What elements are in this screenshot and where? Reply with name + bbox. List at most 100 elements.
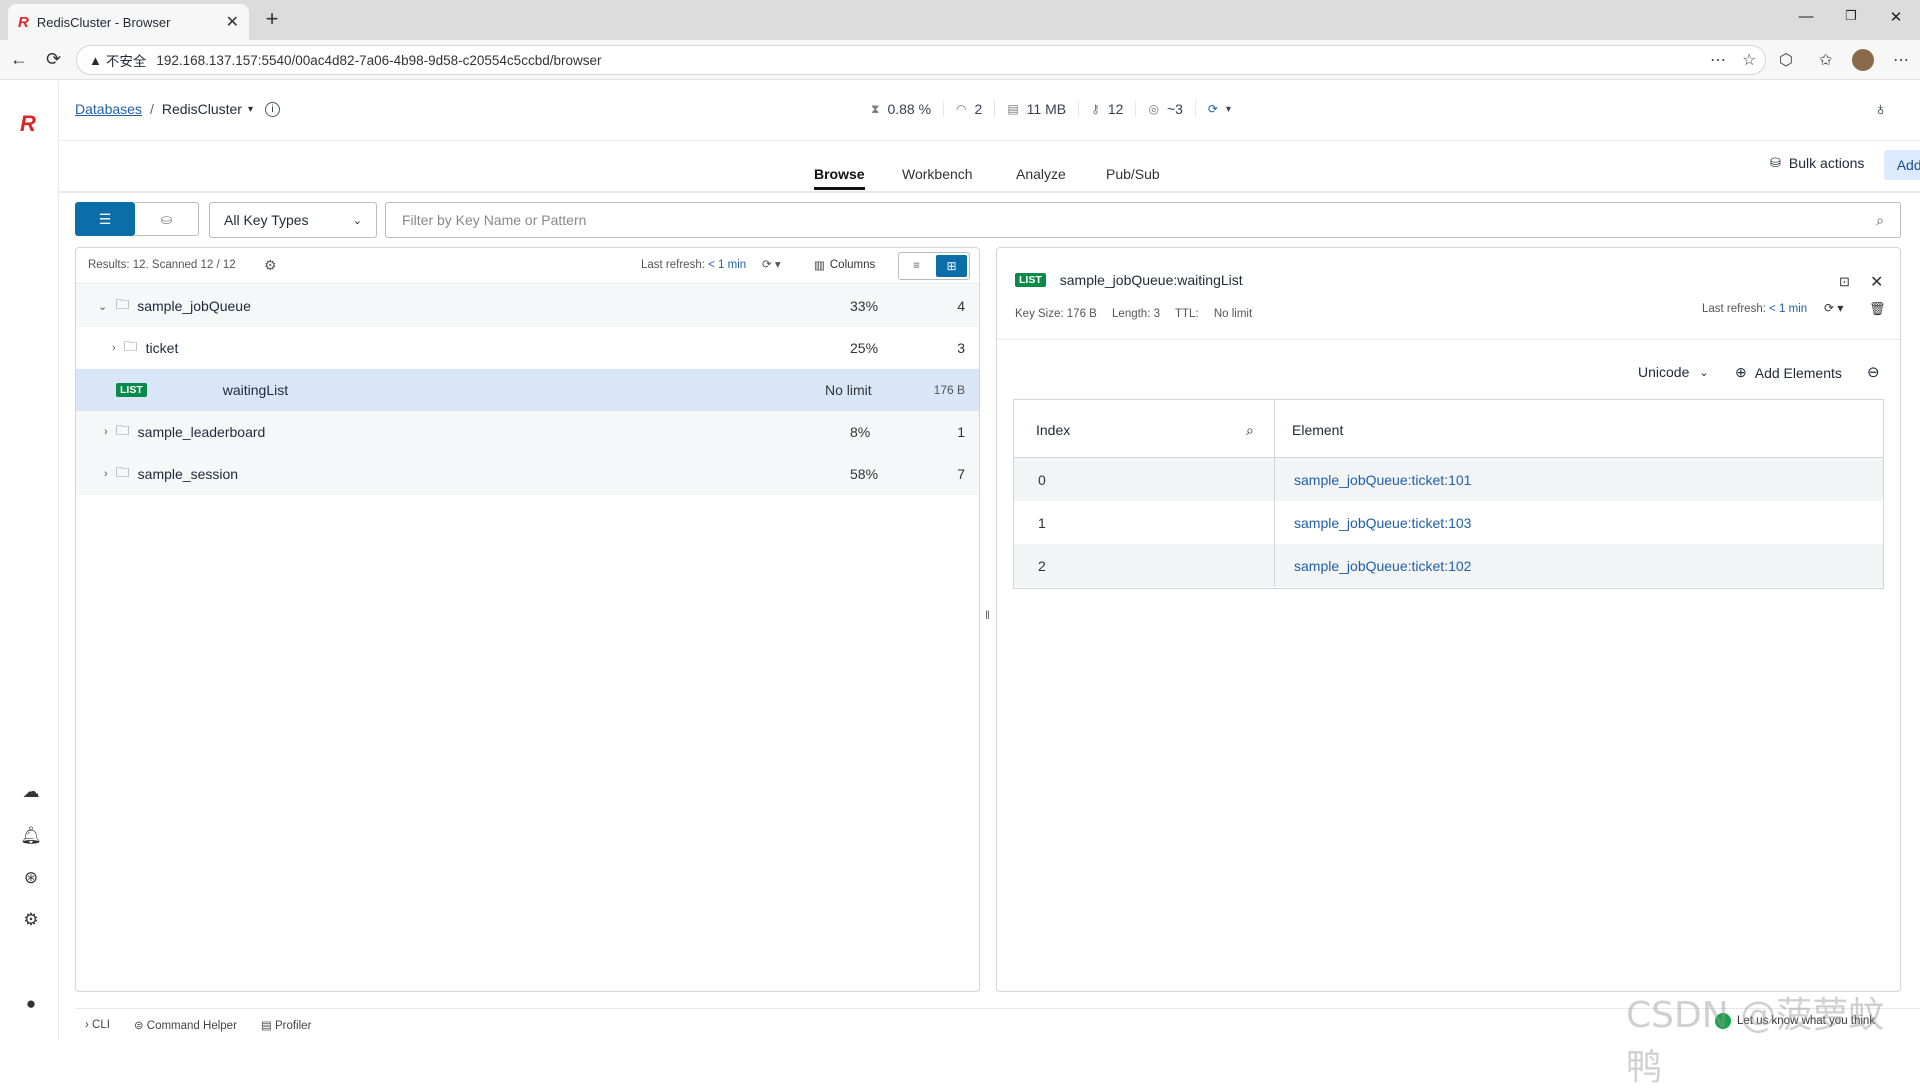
- restore-icon[interactable]: ❐: [1841, 8, 1861, 24]
- browser-tab-bar: R RedisCluster - Browser ✕ + — ❐ ✕: [0, 0, 1920, 40]
- tab-workbench[interactable]: Workbench: [902, 166, 973, 182]
- table-row[interactable]: 0 sample_jobQueue:ticket:101: [1014, 458, 1883, 501]
- last-refresh-label: Last refresh:: [641, 259, 705, 271]
- url-text: 192.168.137.157:5540/00ac4d82-7a06-4b98-…: [156, 52, 602, 68]
- table-row[interactable]: 2 sample_jobQueue:ticket:102: [1014, 544, 1883, 587]
- tree-row-folder[interactable]: ⌄ 🗀 sample_jobQueue 33% 4: [76, 285, 979, 327]
- key-name[interactable]: sample_jobQueue:waitingList: [1060, 272, 1243, 288]
- favorite-star-icon[interactable]: ☆: [1742, 50, 1756, 70]
- columns-icon: ▥: [814, 260, 825, 272]
- element-value[interactable]: sample_jobQueue:ticket:103: [1294, 515, 1471, 531]
- url-field[interactable]: ▲ 不安全 192.168.137.157:5540/00ac4d82-7a06…: [76, 45, 1766, 75]
- filter-mode-button[interactable]: ☰: [75, 202, 135, 236]
- tab-pubsub[interactable]: Pub/Sub: [1106, 166, 1160, 182]
- chevron-down-icon[interactable]: ▾: [1226, 104, 1231, 115]
- folder-name: sample_session: [137, 466, 239, 482]
- key-type-select[interactable]: All Key Types ⌄: [209, 202, 377, 238]
- list-view-icon: ≡: [913, 260, 920, 272]
- tree-row-folder[interactable]: › 🗀 sample_session 58% 7: [76, 453, 979, 495]
- ttl-value[interactable]: No limit: [1214, 308, 1252, 320]
- tree-row-folder[interactable]: › 🗀 sample_leaderboard 8% 1: [76, 411, 979, 453]
- redis-favicon-icon: R: [18, 13, 29, 31]
- memory-icon: ▤: [1007, 102, 1019, 116]
- details-last-refresh: Last refresh: < 1 min: [1702, 303, 1807, 315]
- extensions-icon[interactable]: ⬡: [1779, 50, 1793, 70]
- folder-icon: 🗀: [115, 422, 130, 438]
- chevron-down-icon[interactable]: ⌄: [98, 300, 107, 313]
- new-tab-icon[interactable]: +: [258, 6, 286, 32]
- read-aloud-icon[interactable]: ⋯: [1710, 50, 1726, 70]
- auto-refresh-control[interactable]: ⟳ ▾: [1196, 101, 1243, 117]
- cloud-icon[interactable]: ☁: [20, 782, 42, 804]
- database-header: Databases / RedisCluster ▾ i ⧗ 0.88 % ◠ 2 …: [59, 81, 1920, 141]
- folder-count: 3: [957, 340, 965, 356]
- command-helper-button[interactable]: ⊜ Command Helper: [134, 1018, 249, 1032]
- chevron-right-icon[interactable]: ›: [104, 426, 108, 438]
- database-name[interactable]: RedisCluster: [162, 101, 242, 117]
- github-icon[interactable]: ●: [20, 994, 42, 1016]
- filter-icon: ☰: [98, 210, 112, 227]
- chevron-down-icon[interactable]: ▾: [248, 104, 253, 115]
- key-list-header: Results: 12. Scanned 12 / 12 ⚙ Last refr…: [76, 248, 979, 284]
- tree-settings-gear-icon[interactable]: ⚙: [264, 257, 277, 274]
- browser-tab[interactable]: R RedisCluster - Browser ✕: [8, 4, 249, 40]
- close-panel-icon[interactable]: ✕: [1870, 272, 1883, 292]
- more-menu-icon[interactable]: ⋯: [1893, 50, 1909, 70]
- chevron-right-icon[interactable]: ›: [104, 468, 108, 480]
- cli-button[interactable]: › CLI: [85, 1019, 122, 1031]
- filter-row: ☰ ⛀ All Key Types ⌄ Filter by Key Name o…: [75, 201, 1901, 239]
- window-close-icon[interactable]: ✕: [1886, 8, 1906, 26]
- lightbulb-insights-icon[interactable]: ♁: [1874, 99, 1888, 120]
- tree-row-folder[interactable]: › 🗀 ticket 25% 3: [76, 327, 979, 369]
- add-elements-label: Add Elements: [1754, 364, 1842, 381]
- redis-logo-icon[interactable]: R: [20, 111, 36, 137]
- favorites-icon[interactable]: ✩: [1819, 50, 1832, 70]
- table-row[interactable]: 1 sample_jobQueue:ticket:103: [1014, 501, 1883, 544]
- tree-view-button[interactable]: ⊞: [935, 255, 967, 277]
- key-search-input[interactable]: Filter by Key Name or Pattern ⌕: [385, 202, 1901, 238]
- info-icon[interactable]: i: [265, 101, 280, 117]
- search-placeholder: Filter by Key Name or Pattern: [402, 212, 587, 228]
- add-elements-button[interactable]: ⊕ Add Elements: [1735, 364, 1842, 381]
- notification-bell-icon[interactable]: 🔔︎: [20, 826, 42, 848]
- panel-resize-handle[interactable]: ‖: [985, 608, 990, 622]
- ttl-label: TTL:: [1175, 308, 1199, 320]
- breadcrumb-databases-link[interactable]: Databases: [75, 101, 142, 117]
- reload-icon[interactable]: ⟳: [46, 49, 61, 70]
- close-tab-icon[interactable]: ✕: [226, 12, 239, 32]
- tree-row-key[interactable]: LIST waitingList No limit 176 B: [76, 369, 979, 411]
- refresh-key-icon[interactable]: ⟳ ▾: [1824, 301, 1843, 315]
- element-value[interactable]: sample_jobQueue:ticket:102: [1294, 558, 1471, 574]
- element-value[interactable]: sample_jobQueue:ticket:101: [1294, 472, 1471, 488]
- folder-icon: 🗀: [115, 296, 130, 312]
- tab-browse[interactable]: Browse: [814, 166, 865, 190]
- warning-icon: ▲: [89, 52, 102, 68]
- list-view-button[interactable]: ≡: [899, 253, 934, 279]
- refresh-list-icon[interactable]: ⟳ ▾: [762, 257, 781, 271]
- format-value: Unicode: [1638, 364, 1690, 380]
- back-icon[interactable]: ←: [10, 49, 28, 70]
- bulk-actions-button[interactable]: ⛁ Bulk actions: [1770, 155, 1864, 171]
- help-center-icon[interactable]: ⊛: [20, 868, 42, 890]
- view-toggle: ≡ ⊞: [898, 252, 970, 280]
- search-history-button[interactable]: ⛀: [135, 202, 199, 236]
- chevron-right-icon[interactable]: ›: [112, 342, 116, 354]
- tab-analyze[interactable]: Analyze: [1016, 166, 1066, 182]
- profile-avatar[interactable]: [1852, 49, 1874, 71]
- folder-percent: 25%: [850, 340, 879, 356]
- delete-key-icon[interactable]: 🗑︎: [1869, 301, 1886, 317]
- settings-gear-icon[interactable]: ⚙: [20, 910, 42, 932]
- columns-button[interactable]: ▥ Columns: [814, 258, 875, 272]
- remove-elements-icon[interactable]: ⊖: [1867, 363, 1880, 381]
- stat-clients: ◎ ~3: [1136, 101, 1196, 117]
- format-select[interactable]: Unicode ⌄: [1638, 364, 1709, 380]
- profiler-button[interactable]: ▤ Profiler: [261, 1018, 324, 1032]
- key-list-panel: Results: 12. Scanned 12 / 12 ⚙ Last refr…: [75, 247, 980, 992]
- refresh-icon[interactable]: ⟳: [1208, 102, 1218, 116]
- add-key-button[interactable]: Add key: [1884, 150, 1920, 180]
- expand-panel-icon[interactable]: ⊡: [1839, 274, 1850, 290]
- search-icon[interactable]: ⌕: [1876, 212, 1884, 229]
- search-index-icon[interactable]: ⌕: [1246, 422, 1254, 439]
- minimize-icon[interactable]: —: [1796, 8, 1816, 25]
- column-header-index: Index: [1036, 422, 1071, 438]
